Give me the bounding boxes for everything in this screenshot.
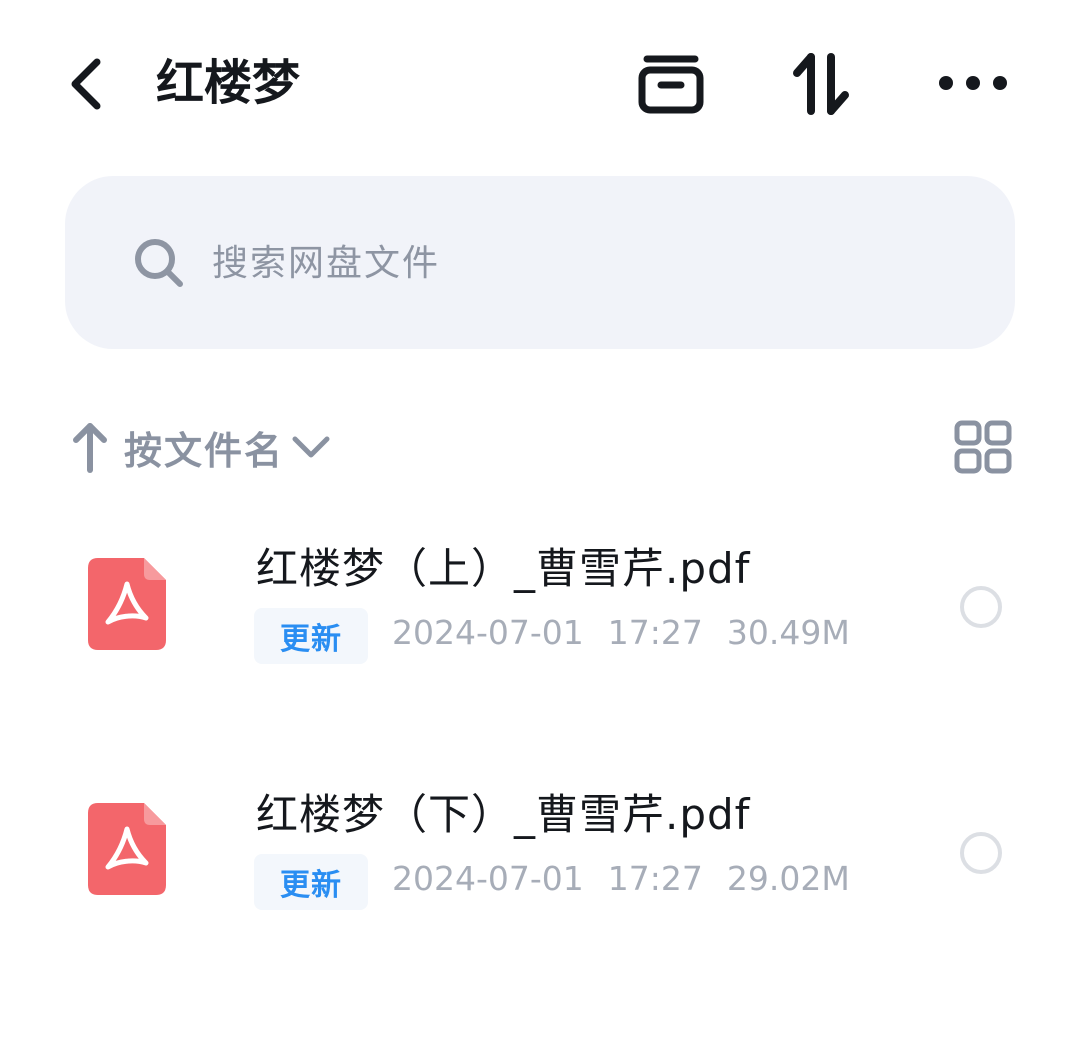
file-date: 2024-07-01 xyxy=(392,613,584,652)
grid-view-icon xyxy=(954,420,1012,474)
arrow-up-icon xyxy=(73,423,107,473)
file-size: 29.02M xyxy=(726,859,850,898)
select-checkbox[interactable] xyxy=(960,586,1002,628)
file-meta: 2024-07-01 17:27 30.49M xyxy=(392,605,850,661)
chevron-down-icon xyxy=(292,436,330,458)
select-checkbox[interactable] xyxy=(960,832,1002,874)
back-button[interactable] xyxy=(52,44,122,124)
grid-view-button[interactable] xyxy=(950,414,1016,480)
sort-by-filename-dropdown[interactable]: 按文件名 xyxy=(70,414,332,480)
archive-box-icon xyxy=(638,55,704,114)
update-badge: 更新 xyxy=(254,608,368,664)
file-name: 红楼梦（上）_曹雪芹.pdf xyxy=(256,544,751,593)
chevron-left-icon xyxy=(71,58,101,110)
update-badge: 更新 xyxy=(254,854,368,910)
search-icon xyxy=(135,239,183,287)
pdf-file-icon xyxy=(88,558,166,650)
search-input[interactable] xyxy=(212,228,972,298)
sort-arrows-icon xyxy=(793,53,849,115)
sort-label: 按文件名 xyxy=(124,428,285,473)
more-options-button[interactable] xyxy=(928,40,1018,126)
file-time: 17:27 xyxy=(607,613,703,652)
file-date: 2024-07-01 xyxy=(392,859,584,898)
sort-button[interactable] xyxy=(778,40,864,126)
page-title: 红楼梦 xyxy=(156,55,301,111)
file-name: 红楼梦（下）_曹雪芹.pdf xyxy=(256,790,751,839)
archive-button[interactable] xyxy=(628,40,714,126)
pdf-file-icon xyxy=(88,803,166,895)
file-time: 17:27 xyxy=(607,859,703,898)
file-size: 30.49M xyxy=(726,613,850,652)
more-dots-icon xyxy=(939,76,1007,90)
file-meta: 2024-07-01 17:27 29.02M xyxy=(392,851,850,907)
